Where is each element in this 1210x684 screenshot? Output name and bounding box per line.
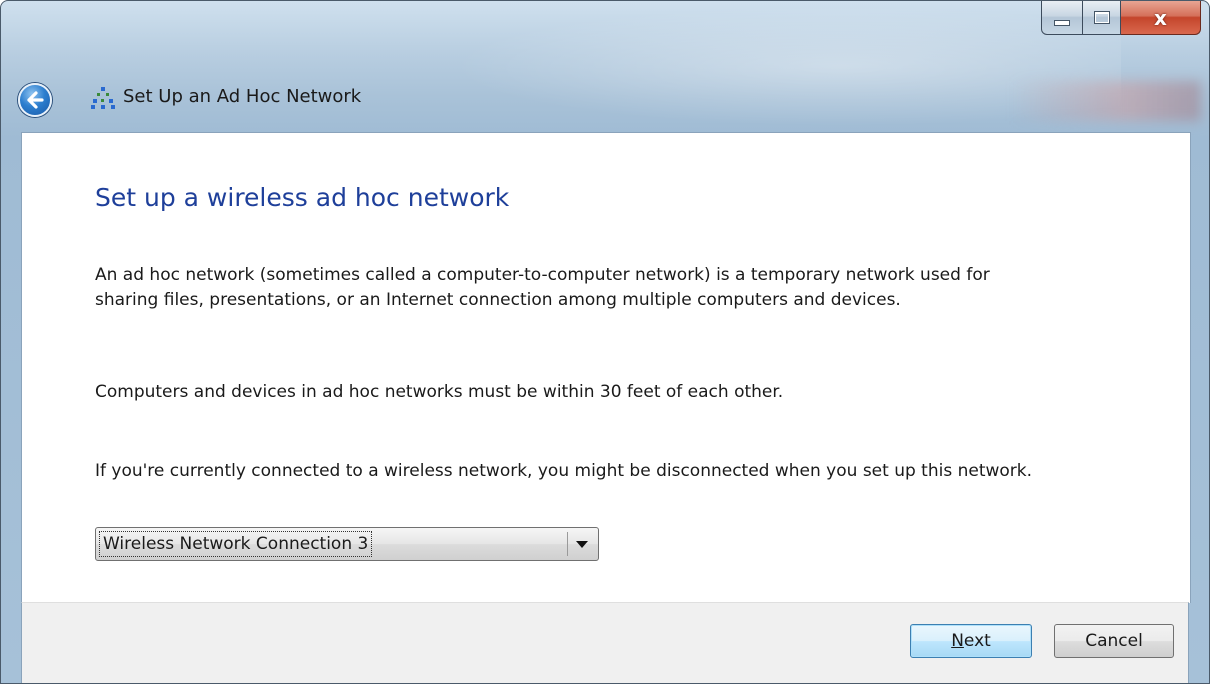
ad-hoc-network-icon	[91, 87, 115, 109]
back-arrow-icon	[27, 91, 44, 109]
button-bar: Next Cancel	[21, 602, 1189, 683]
dialog-window: x Set Up an Ad Hoc Network Set up a wire…	[0, 0, 1210, 684]
minimize-button[interactable]	[1041, 1, 1083, 35]
close-icon: x	[1154, 5, 1167, 30]
content-pane: Set up a wireless ad hoc network An ad h…	[21, 132, 1191, 603]
glass-reflection	[421, 1, 1121, 131]
adapter-select[interactable]: Wireless Network Connection 3	[95, 527, 599, 561]
window-title: Set Up an Ad Hoc Network	[123, 86, 362, 107]
minimize-icon	[1054, 19, 1070, 26]
maximize-button[interactable]	[1083, 1, 1121, 35]
next-button-label: ext	[963, 631, 991, 651]
page-heading: Set up a wireless ad hoc network	[95, 183, 510, 212]
close-button[interactable]: x	[1121, 1, 1201, 35]
caption-buttons: x	[1041, 1, 1201, 35]
description-paragraph: An ad hoc network (sometimes called a co…	[95, 265, 990, 310]
glass-reflection-right	[1011, 81, 1201, 121]
back-button[interactable]	[18, 83, 52, 117]
next-button-mnemonic: N	[951, 631, 964, 651]
chevron-down-icon[interactable]	[576, 541, 588, 548]
cancel-button[interactable]: Cancel	[1054, 624, 1174, 658]
adapter-select-value: Wireless Network Connection 3	[98, 531, 373, 557]
next-button[interactable]: Next	[910, 624, 1032, 658]
disconnect-warning: If you're currently connected to a wirel…	[95, 461, 1033, 481]
maximize-icon	[1093, 11, 1110, 24]
range-note: Computers and devices in ad hoc networks…	[95, 382, 784, 402]
select-divider	[567, 532, 568, 556]
